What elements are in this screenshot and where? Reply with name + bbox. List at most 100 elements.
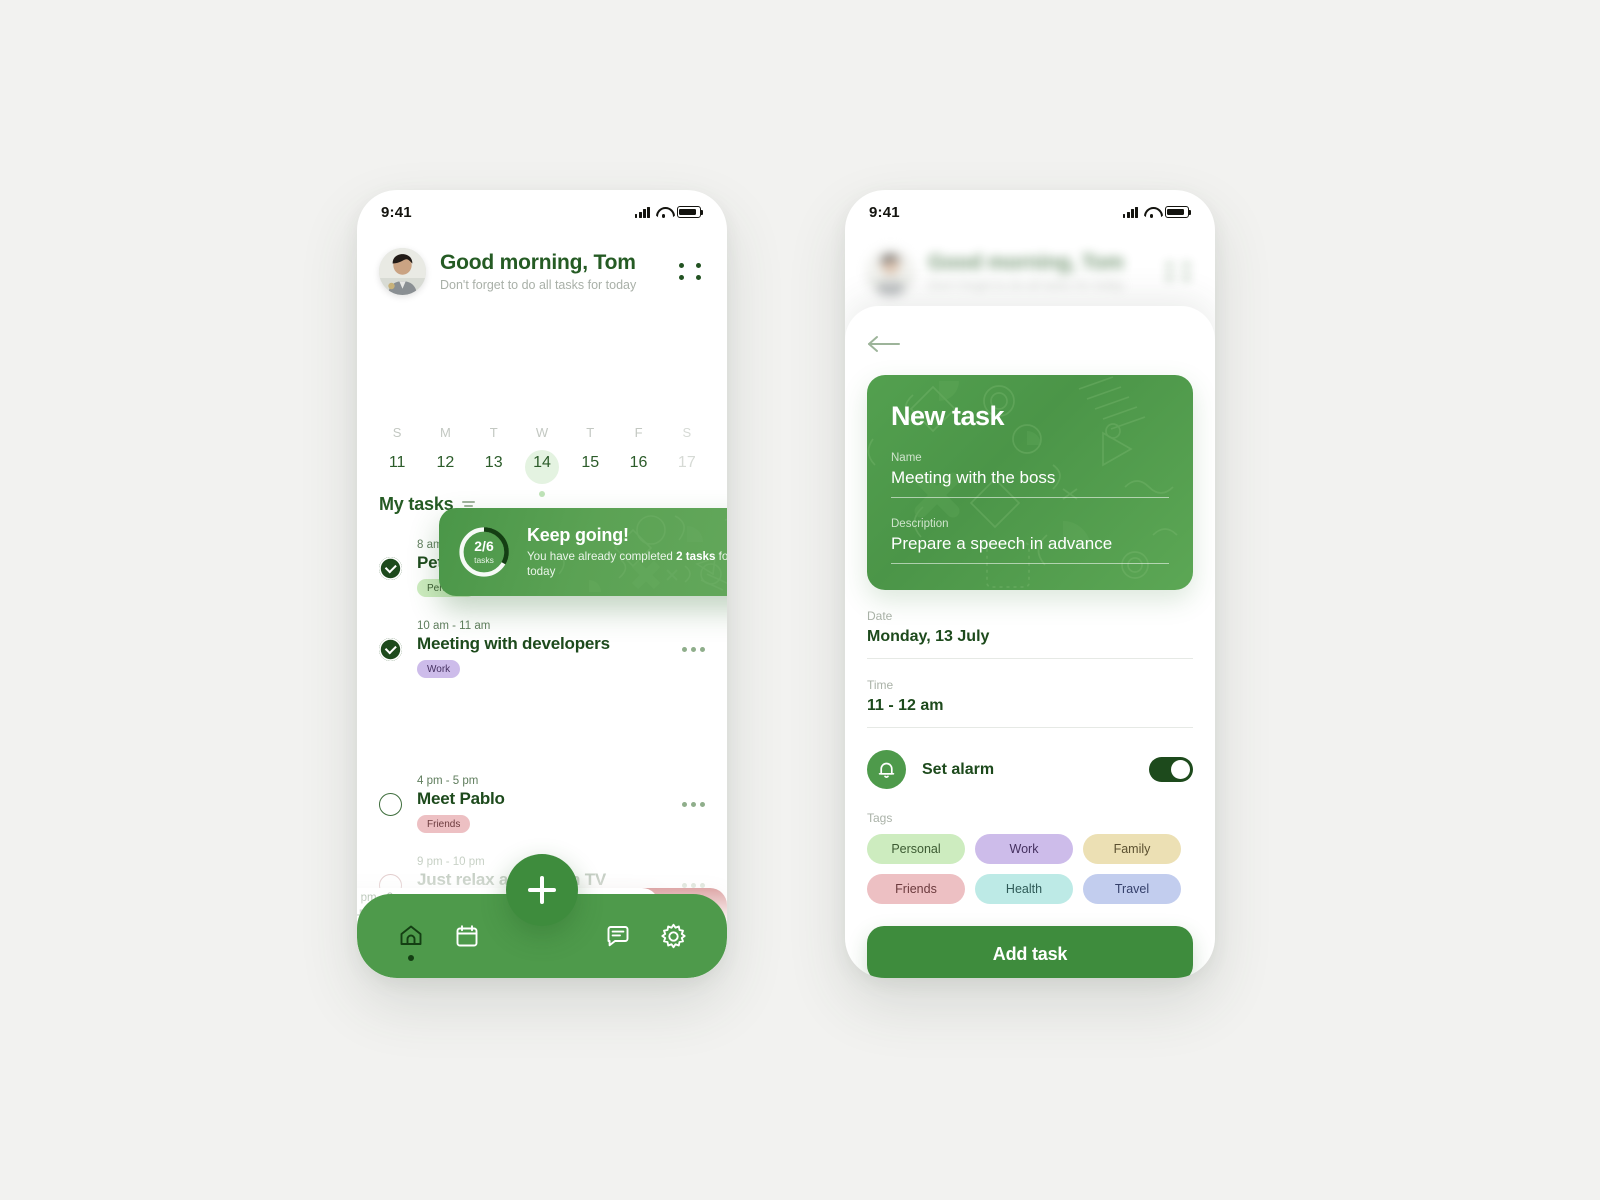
- task-tag: Friends: [417, 815, 471, 833]
- day-of-week: M: [440, 425, 451, 440]
- task-name: Meeting with developers: [417, 634, 610, 653]
- home-header: Good morning, Tom Don't forget to do all…: [357, 234, 727, 295]
- grid-dots-menu-icon: [1167, 259, 1193, 285]
- arrow-left-icon[interactable]: [867, 332, 903, 356]
- new-task-title: New task: [891, 401, 1005, 431]
- task-body: 10 am - 11 am Meeting with developers Wo…: [417, 620, 659, 678]
- tag-option-work[interactable]: Work: [975, 834, 1073, 864]
- task-more-icon[interactable]: [674, 801, 705, 807]
- set-alarm-toggle[interactable]: [1149, 757, 1193, 782]
- task-name-label: Name: [891, 452, 922, 464]
- day-of-week: S: [682, 425, 692, 440]
- week-day-2[interactable]: T 13: [470, 425, 518, 472]
- task-tags: Work: [417, 660, 659, 678]
- canvas: 9:41 Good morning, Tom Don't forget to d…: [0, 0, 1600, 1200]
- nav-home-button[interactable]: [395, 920, 427, 961]
- wifi-icon: [656, 207, 671, 218]
- header-text: Good morning, Tom Don't forget to do all…: [928, 251, 1153, 292]
- day-number: 14: [533, 454, 551, 471]
- week-strip: S 11 M 12 T 13 W 14 T 15 F 16 S 17: [357, 295, 727, 497]
- day-number: 12: [436, 454, 455, 471]
- day-of-week: F: [634, 425, 643, 440]
- day-of-week: T: [489, 425, 498, 440]
- tag-option-travel[interactable]: Travel: [1083, 874, 1181, 904]
- phone-home-screen: 9:41 Good morning, Tom Don't forget to d…: [357, 190, 727, 978]
- task-checkbox[interactable]: [379, 792, 402, 816]
- nav-chat-button[interactable]: [602, 920, 634, 952]
- time-label: Time: [867, 678, 894, 692]
- week-day-6[interactable]: S 17: [663, 425, 711, 472]
- day-number: 11: [388, 454, 406, 471]
- day-event-dot: [538, 491, 545, 497]
- task-description-field[interactable]: Description Prepare a speech in advance: [891, 518, 1169, 564]
- add-task-button[interactable]: Add task: [867, 926, 1193, 978]
- progress-title: Keep going!: [527, 524, 629, 545]
- week-day-5[interactable]: F 16: [614, 425, 662, 472]
- tag-option-personal[interactable]: Personal: [867, 834, 965, 864]
- time-value[interactable]: 11 - 12 am: [867, 697, 1193, 728]
- chat-icon: [607, 926, 628, 947]
- week-day-3-selected[interactable]: W 14: [518, 425, 566, 497]
- time-field[interactable]: Time 11 - 12 am: [867, 678, 1193, 728]
- greeting-title: Good morning, Tom: [440, 250, 636, 274]
- task-description-label: Description: [891, 518, 949, 530]
- day-number: 16: [629, 454, 648, 471]
- phone-new-task-screen: 9:41 Good morning, Tom Don't forget to d…: [845, 190, 1215, 978]
- progress-value: 2/6: [474, 538, 494, 554]
- progress-unit: tasks: [474, 555, 494, 565]
- avatar[interactable]: [379, 248, 426, 295]
- progress-card: 2/6 tasks Keep going! You have already c…: [439, 508, 727, 596]
- week-day-4[interactable]: T 15: [566, 425, 614, 472]
- task-checkbox-checked[interactable]: [379, 556, 402, 580]
- progress-ring: 2/6 tasks: [457, 525, 511, 579]
- task-tags: Friends: [417, 815, 659, 833]
- task-name-field[interactable]: Name Meeting with the boss: [891, 452, 1169, 498]
- new-task-card: New task Name Meeting with the boss Desc…: [867, 375, 1193, 590]
- task-more-icon[interactable]: [674, 882, 705, 888]
- tag-option-health[interactable]: Health: [975, 874, 1073, 904]
- date-label: Date: [867, 609, 893, 623]
- date-value[interactable]: Monday, 13 July: [867, 628, 1193, 659]
- greeting-subtitle: Don't forget to do all tasks for today: [440, 278, 637, 293]
- progress-ring-label: 2/6 tasks: [457, 525, 511, 579]
- task-more-icon[interactable]: [674, 646, 705, 652]
- day-of-week: T: [586, 425, 595, 440]
- task-checkbox-checked[interactable]: [379, 637, 402, 661]
- task-time: 10 am - 11 am: [417, 620, 491, 632]
- status-icons: [1122, 206, 1192, 218]
- set-alarm-row[interactable]: Set alarm: [867, 750, 1193, 789]
- tag-option-friends[interactable]: Friends: [867, 874, 965, 904]
- battery-icon: [677, 206, 704, 218]
- week-day-0[interactable]: S 11: [373, 425, 421, 472]
- task-time: 4 pm - 5 pm: [417, 775, 479, 787]
- cellular-bars-icon: [1122, 206, 1138, 218]
- day-number: 13: [484, 454, 503, 471]
- task-row[interactable]: 10 am - 11 am Meeting with developers Wo…: [379, 608, 705, 689]
- day-number: 17: [677, 454, 696, 471]
- tag-option-family[interactable]: Family: [1083, 834, 1181, 864]
- nav-calendar-button[interactable]: [451, 920, 483, 952]
- week-day-1[interactable]: M 12: [421, 425, 469, 472]
- task-name-input[interactable]: Meeting with the boss: [891, 468, 1169, 498]
- calendar-icon: [456, 925, 477, 947]
- nav-active-dot: [408, 955, 414, 961]
- swiped-row-spacer: [379, 689, 705, 763]
- home-icon: [400, 925, 422, 945]
- task-tag: Work: [417, 660, 461, 678]
- day-of-week: W: [535, 425, 549, 440]
- nav-settings-button[interactable]: [657, 920, 689, 952]
- status-time: 9:41: [869, 203, 900, 221]
- header-text: Good morning, Tom Don't forget to do all…: [440, 251, 665, 292]
- task-description-input[interactable]: Prepare a speech in advance: [891, 534, 1169, 564]
- date-field[interactable]: Date Monday, 13 July: [867, 609, 1193, 659]
- tags-label: Tags: [867, 811, 893, 825]
- day-of-week: S: [392, 425, 402, 440]
- task-row[interactable]: 4 pm - 5 pm Meet Pablo Friends: [379, 763, 705, 844]
- wifi-icon: [1144, 207, 1159, 218]
- status-time: 9:41: [381, 203, 412, 221]
- add-task-fab[interactable]: [506, 854, 578, 926]
- new-task-modal: New task Name Meeting with the boss Desc…: [845, 306, 1215, 978]
- task-body: 4 pm - 5 pm Meet Pablo Friends: [417, 775, 659, 833]
- progress-sub-bold: 2 tasks: [676, 549, 716, 563]
- grid-dots-menu-icon[interactable]: [679, 259, 705, 285]
